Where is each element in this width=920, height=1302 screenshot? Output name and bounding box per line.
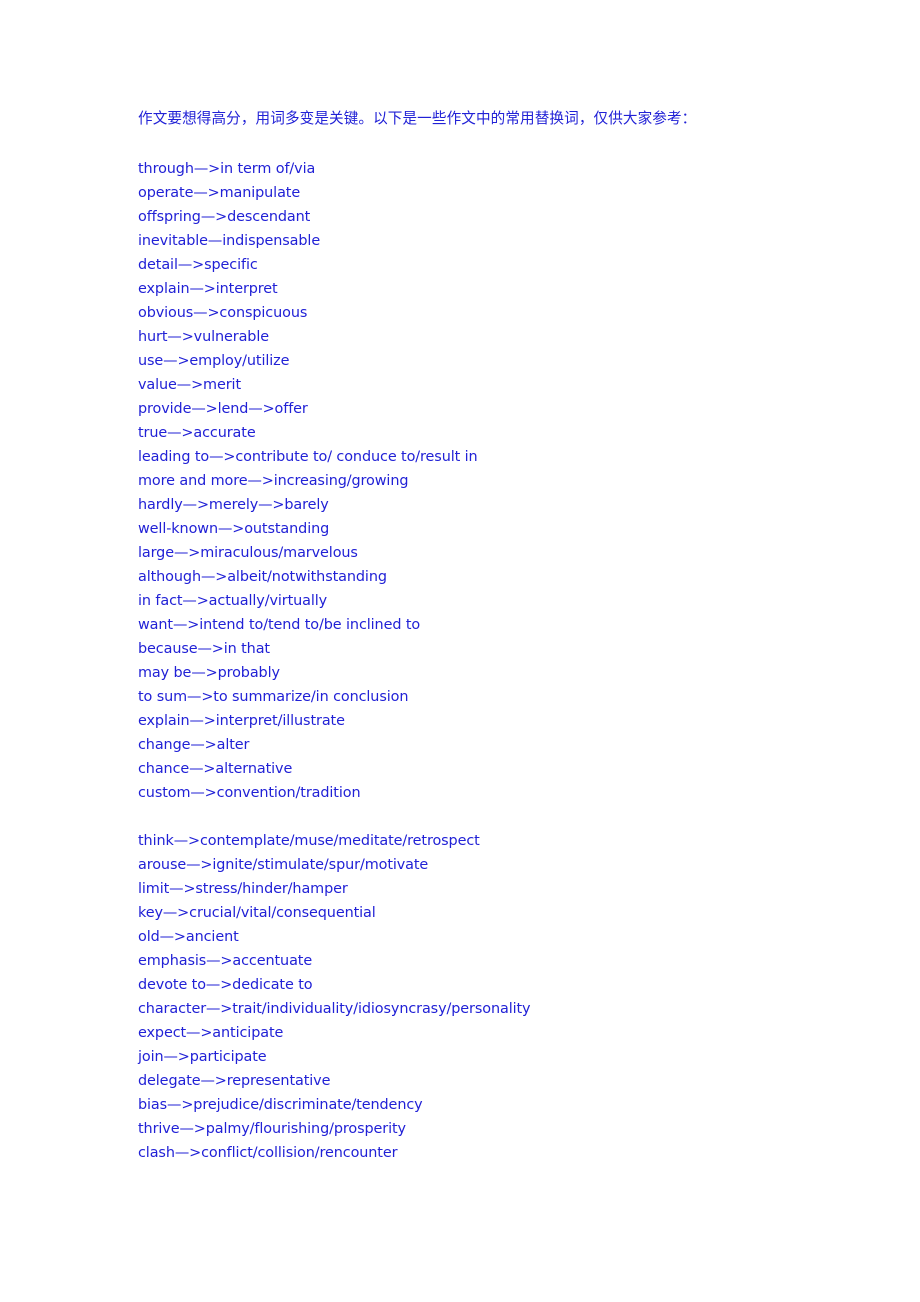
- substitution-entry: custom—>convention/tradition: [138, 785, 361, 801]
- substitution-entry: old—>ancient: [138, 929, 239, 945]
- intro-paragraph: 作文要想得高分，用词多变是关键。以下是一些作文中的常用替换词，仅供大家参考：: [138, 111, 697, 127]
- substitution-entry: want—>intend to/tend to/be inclined to: [138, 617, 421, 633]
- substitution-entry: hardly—>merely—>barely: [138, 497, 329, 513]
- substitution-entry: limit—>stress/hinder/hamper: [138, 881, 348, 897]
- substitution-entry: detail—>specific: [138, 257, 258, 273]
- substitution-entry: thrive—>palmy/flourishing/prosperity: [138, 1121, 406, 1137]
- substitution-entry: offspring—>descendant: [138, 209, 311, 225]
- header-gap-spacer: [138, 132, 798, 157]
- substitution-entry: hurt—>vulnerable: [138, 329, 269, 345]
- document-page: 作文要想得高分，用词多变是关键。以下是一些作文中的常用替换词，仅供大家参考： t…: [0, 0, 920, 1302]
- substitution-entry: character—>trait/individuality/idiosyncr…: [138, 1001, 531, 1017]
- substitution-entry: expect—>anticipate: [138, 1025, 284, 1041]
- substitution-entry: in fact—>actually/virtually: [138, 593, 328, 609]
- substitution-entry: bias—>prejudice/discriminate/tendency: [138, 1097, 423, 1113]
- substitution-entry: arouse—>ignite/stimulate/spur/motivate: [138, 857, 429, 873]
- substitution-entry: true—>accurate: [138, 425, 256, 441]
- substitution-entry: chance—>alternative: [138, 761, 293, 777]
- substitution-entry: large—>miraculous/marvelous: [138, 545, 358, 561]
- substitution-entry: operate—>manipulate: [138, 185, 301, 201]
- substitution-entry: clash—>conflict/collision/rencounter: [138, 1145, 398, 1161]
- block-gap-spacer: [138, 805, 798, 829]
- substitution-entry: think—>contemplate/muse/meditate/retrosp…: [138, 833, 480, 849]
- substitution-entry: emphasis—>accentuate: [138, 953, 313, 969]
- substitution-block-2: think—>contemplate/muse/meditate/retrosp…: [138, 829, 798, 1165]
- substitution-entry: leading to—>contribute to/ conduce to/re…: [138, 449, 478, 465]
- substitution-entry: inevitable—indispensable: [138, 233, 321, 249]
- substitution-entry: key—>crucial/vital/consequential: [138, 905, 376, 921]
- substitution-entry: through—>in term of/via: [138, 161, 316, 177]
- substitution-entry: may be—>probably: [138, 665, 280, 681]
- substitution-entry: explain—>interpret: [138, 281, 278, 297]
- substitution-entry: because—>in that: [138, 641, 270, 657]
- substitution-entry: delegate—>representative: [138, 1073, 331, 1089]
- substitution-entry: provide—>lend—>offer: [138, 401, 308, 417]
- substitution-entry: change—>alter: [138, 737, 250, 753]
- substitution-entry: devote to—>dedicate to: [138, 977, 313, 993]
- substitution-entry: explain—>interpret/illustrate: [138, 713, 345, 729]
- substitution-entry: obvious—>conspicuous: [138, 305, 308, 321]
- substitution-entry: value—>merit: [138, 377, 241, 393]
- substitution-entry: well-known—>outstanding: [138, 521, 330, 537]
- substitution-entry: use—>employ/utilize: [138, 353, 290, 369]
- substitution-entry: join—>participate: [138, 1049, 267, 1065]
- substitution-entry: to sum—>to summarize/in conclusion: [138, 689, 409, 705]
- substitution-entry: although—>albeit/notwithstanding: [138, 569, 387, 585]
- substitution-entry: more and more—>increasing/growing: [138, 473, 409, 489]
- document-body: 作文要想得高分，用词多变是关键。以下是一些作文中的常用替换词，仅供大家参考： t…: [138, 108, 798, 1165]
- substitution-block-1: through—>in term of/via operate—>manipula…: [138, 157, 798, 805]
